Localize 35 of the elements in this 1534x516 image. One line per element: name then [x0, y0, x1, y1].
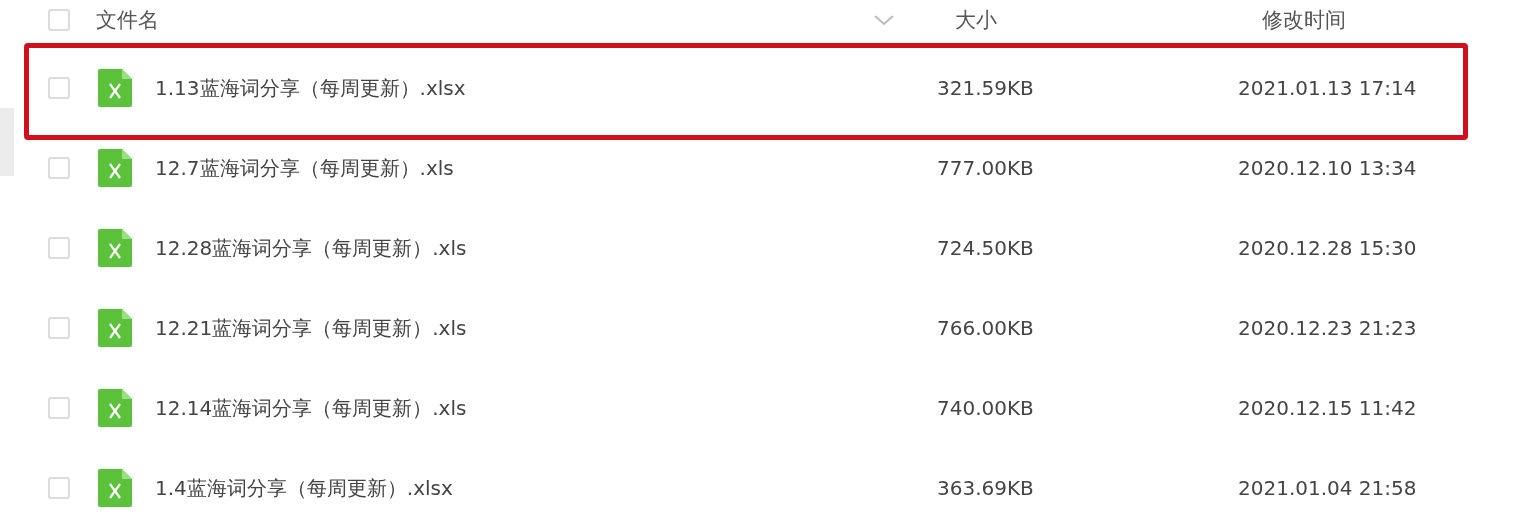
file-name[interactable]: 1.13蓝海词分享（每周更新）.xlsx — [155, 74, 937, 102]
modified-time: 2021.01.04 21:58 — [1238, 476, 1418, 500]
modified-time: 2020.12.23 21:23 — [1238, 316, 1418, 340]
file-name[interactable]: 12.14蓝海词分享（每周更新）.xls — [155, 394, 937, 422]
file-size: 777.00KB — [937, 156, 1035, 180]
checkbox[interactable] — [48, 397, 70, 419]
chevron-down-icon[interactable] — [873, 14, 895, 26]
file-name[interactable]: 12.28蓝海词分享（每周更新）.xls — [155, 234, 937, 262]
modified-time: 2021.01.13 17:14 — [1238, 76, 1418, 100]
column-header[interactable]: 修改时间 — [1262, 6, 1534, 34]
file-size: 321.59KB — [937, 76, 1035, 100]
file-name[interactable]: 1.4蓝海词分享（每周更新）.xlsx — [155, 474, 937, 502]
file-size: 724.50KB — [937, 236, 1035, 260]
modified-time: 2020.12.28 15:30 — [1238, 236, 1418, 260]
modified-time: 2020.12.10 13:34 — [1238, 156, 1418, 180]
checkbox[interactable] — [48, 9, 70, 31]
checkbox[interactable] — [48, 477, 70, 499]
spreadsheet-file-icon — [98, 389, 132, 427]
file-size: 766.00KB — [937, 316, 1035, 340]
spreadsheet-file-icon — [98, 469, 132, 507]
modified-time: 2020.12.15 11:42 — [1238, 396, 1418, 420]
file-size: 363.69KB — [937, 476, 1035, 500]
spreadsheet-file-icon — [98, 69, 132, 107]
file-size: 740.00KB — [937, 396, 1035, 420]
spreadsheet-file-icon — [98, 309, 132, 347]
checkbox[interactable] — [48, 237, 70, 259]
column-header[interactable]: 大小 — [955, 6, 1262, 34]
file-name[interactable]: 12.21蓝海词分享（每周更新）.xls — [155, 314, 937, 342]
spreadsheet-file-icon — [98, 149, 132, 187]
checkbox[interactable] — [48, 77, 70, 99]
file-name[interactable]: 12.7蓝海词分享（每周更新）.xls — [155, 154, 937, 182]
spreadsheet-file-icon — [98, 229, 132, 267]
checkbox[interactable] — [48, 317, 70, 339]
column-header[interactable]: 文件名 — [96, 6, 873, 34]
checkbox[interactable] — [48, 157, 70, 179]
